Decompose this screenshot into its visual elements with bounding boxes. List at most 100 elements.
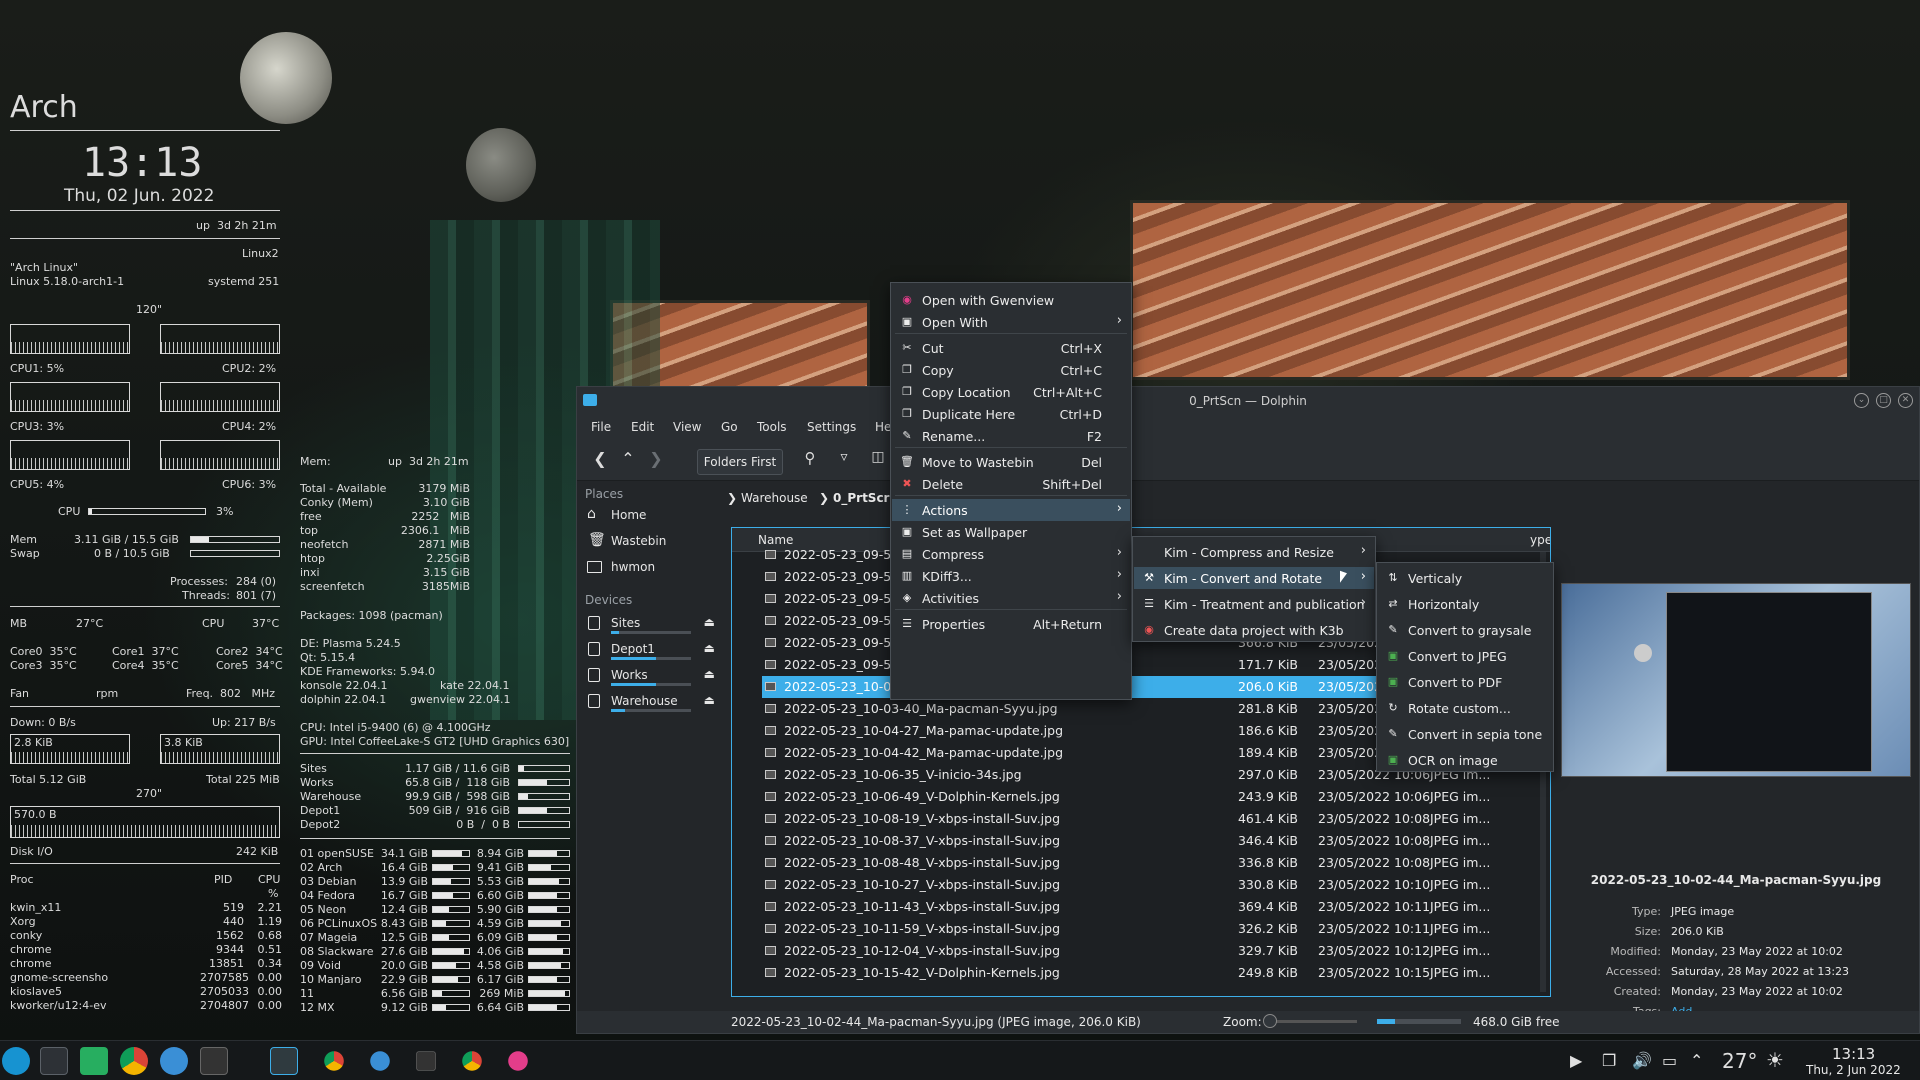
menu-tools[interactable]: Tools [757, 420, 787, 434]
breadcrumb-current[interactable]: 0_PrtScr [833, 491, 889, 505]
minimize-button[interactable]: ⌄ [1854, 393, 1869, 408]
menu-file[interactable]: File [591, 420, 611, 434]
files-icon[interactable] [80, 1047, 108, 1075]
kim-item-2[interactable]: ✎ Convert to graysale [1378, 619, 1552, 641]
filter-icon[interactable]: ▿ [833, 449, 855, 473]
file-row[interactable]: 2022-05-23_10-15-42_V-Dolphin-Kernels.jp… [762, 962, 1522, 984]
menu-item-duplicate-here[interactable]: ❐ Duplicate Here Ctrl+D [892, 403, 1130, 425]
place-home[interactable]: ⌂ Home [583, 505, 717, 527]
breadcrumb-warehouse[interactable]: Warehouse [741, 491, 808, 505]
file-modified: 23/05/2022 10:10 [1318, 877, 1431, 892]
menu-item-open-with-gwenview[interactable]: ◉ Open with Gwenview [892, 289, 1130, 311]
device-works[interactable]: Works ⏏ [583, 665, 717, 687]
file-row[interactable]: 2022-05-23_10-11-43_V-xbps-install-Suv.j… [762, 896, 1522, 918]
mem-row-label: Total - Available [300, 482, 387, 495]
forward-icon[interactable]: ❯ [645, 449, 667, 473]
menubar: File Edit View Go Tools Settings He [577, 415, 1919, 441]
menu-go[interactable]: Go [721, 420, 738, 434]
eject-icon[interactable]: ⏏ [704, 667, 715, 681]
menu-item-open-with[interactable]: ▣ Open With › [892, 311, 1130, 333]
zoom-slider-handle[interactable] [1263, 1014, 1277, 1028]
cut-icon: ✂ [902, 341, 912, 354]
device-depot1[interactable]: Depot1 ⏏ [583, 639, 717, 661]
folders-first-button[interactable]: Folders First [697, 449, 783, 475]
device-warehouse[interactable]: Warehouse ⏏ [583, 691, 717, 713]
file-name: 2022-05-23_09-5 [784, 635, 892, 650]
eject-icon[interactable]: ⏏ [704, 615, 715, 629]
menu-edit[interactable]: Edit [631, 420, 654, 434]
menu-item-move-to-wastebin[interactable]: 🗑 Move to Wastebin Del [892, 451, 1130, 473]
menu-settings[interactable]: Settings [807, 420, 856, 434]
column-type[interactable]: ype [1530, 533, 1550, 547]
task-browser[interactable] [370, 1051, 390, 1071]
disk-bar-fill [519, 780, 547, 785]
weather-sun-icon[interactable]: ☀ [1766, 1048, 1784, 1072]
display-icon[interactable]: ▭ [1662, 1051, 1677, 1070]
close-button[interactable]: ✕ [1898, 393, 1913, 408]
file-row[interactable]: 2022-05-23_10-10-27_V-xbps-install-Suv.j… [762, 874, 1522, 896]
search-icon[interactable]: ⚲ [799, 449, 821, 473]
tray-expand-icon[interactable]: ⌃ [1690, 1051, 1703, 1070]
task-terminal[interactable] [416, 1051, 436, 1071]
kim-item-3[interactable]: ▣ Convert to JPEG [1378, 645, 1552, 667]
clock-time[interactable]: 13:13 [1832, 1045, 1875, 1063]
volume-icon[interactable]: 🔊 [1632, 1051, 1652, 1070]
kim-item-1[interactable]: ⇄ Horizontaly [1378, 593, 1552, 615]
partition-used-bar [432, 850, 470, 857]
window-titlebar[interactable]: 0_PrtScn — Dolphin ⌄ □ ✕ [577, 387, 1919, 415]
kim-item-0[interactable]: ⇅ Verticaly [1378, 567, 1552, 589]
menu-item-actions[interactable]: ⋮ Actions › [892, 499, 1130, 521]
cpu3-graph [10, 382, 130, 412]
task-screenshot[interactable] [508, 1051, 528, 1071]
app-launcher-icon[interactable] [2, 1047, 30, 1075]
proc-name: kioslave5 [10, 985, 62, 998]
split-view-icon[interactable]: ◫ [867, 449, 889, 473]
file-row[interactable]: 2022-05-23_10-12-04_V-xbps-install-Suv.j… [762, 940, 1522, 962]
menu-item-set-as-wallpaper[interactable]: ▣ Set as Wallpaper [892, 521, 1130, 543]
up-icon[interactable]: ⌃ [617, 449, 639, 473]
action-item-2[interactable]: ☰ Kim - Treatment and publication › [1134, 593, 1374, 615]
menu-item-cut[interactable]: ✂ Cut Ctrl+X [892, 337, 1130, 359]
menu-item-properties[interactable]: ☰ Properties Alt+Return [892, 613, 1130, 635]
kim-item-5[interactable]: ↻ Rotate custom... [1378, 697, 1552, 719]
menu-view[interactable]: View [673, 420, 701, 434]
menu-item-activities[interactable]: ◈ Activities › [892, 587, 1130, 609]
eject-icon[interactable]: ⏏ [704, 641, 715, 655]
menu-item-kdiff3[interactable]: ▥ KDiff3... › [892, 565, 1130, 587]
back-icon[interactable]: ❮ [589, 449, 611, 473]
task-chrome[interactable] [324, 1051, 344, 1071]
file-row[interactable]: 2022-05-23_10-11-59_V-xbps-install-Suv.j… [762, 918, 1522, 940]
action-item-3[interactable]: ◉ Create data project with K3b [1134, 619, 1374, 641]
menu-help[interactable]: He [875, 420, 891, 434]
maximize-button[interactable]: □ [1876, 393, 1891, 408]
zoom-slider[interactable] [1263, 1014, 1357, 1028]
action-item-0[interactable]: Kim - Compress and Resize › [1134, 541, 1374, 563]
clipboard-icon[interactable]: ❐ [1602, 1051, 1616, 1070]
media-icon[interactable]: ▶ [1570, 1051, 1582, 1070]
place-wastebin[interactable]: 🗑 Wastebin [583, 531, 717, 553]
place-hwmon[interactable]: hwmon [583, 557, 717, 579]
kim-item-4[interactable]: ▣ Convert to PDF [1378, 671, 1552, 693]
action-item-1[interactable]: ⚒ Kim - Convert and Rotate › [1134, 567, 1374, 589]
device-sites[interactable]: Sites ⏏ [583, 613, 717, 635]
file-row[interactable]: 2022-05-23_10-08-48_V-xbps-install-Suv.j… [762, 852, 1522, 874]
kim-item-7[interactable]: ▣ OCR on image [1378, 749, 1552, 771]
chrome-icon[interactable] [120, 1047, 148, 1075]
task-chrome-2[interactable] [462, 1051, 482, 1071]
menu-item-delete[interactable]: ✖ Delete Shift+Del [892, 473, 1130, 495]
menu-item-copy-location[interactable]: ❐ Copy Location Ctrl+Alt+C [892, 381, 1130, 403]
file-row[interactable]: 2022-05-23_10-08-37_V-xbps-install-Suv.j… [762, 830, 1522, 852]
clock-date[interactable]: Thu, 2 Jun 2022 [1806, 1063, 1901, 1077]
menu-item-compress[interactable]: ▤ Compress › [892, 543, 1130, 565]
task-dolphin[interactable] [270, 1047, 298, 1075]
menu-item-copy[interactable]: ❐ Copy Ctrl+C [892, 359, 1130, 381]
partition-free-bar [528, 990, 570, 997]
kim-item-6[interactable]: ✎ Convert in sepia tone [1378, 723, 1552, 745]
settings-icon[interactable] [40, 1047, 68, 1075]
browser-icon[interactable] [160, 1047, 188, 1075]
eject-icon[interactable]: ⏏ [704, 693, 715, 707]
file-row[interactable]: 2022-05-23_10-06-49_V-Dolphin-Kernels.jp… [762, 786, 1522, 808]
file-row[interactable]: 2022-05-23_10-08-19_V-xbps-install-Suv.j… [762, 808, 1522, 830]
terminal-icon[interactable] [200, 1047, 228, 1075]
menu-item-rename[interactable]: ✎ Rename... F2 [892, 425, 1130, 447]
